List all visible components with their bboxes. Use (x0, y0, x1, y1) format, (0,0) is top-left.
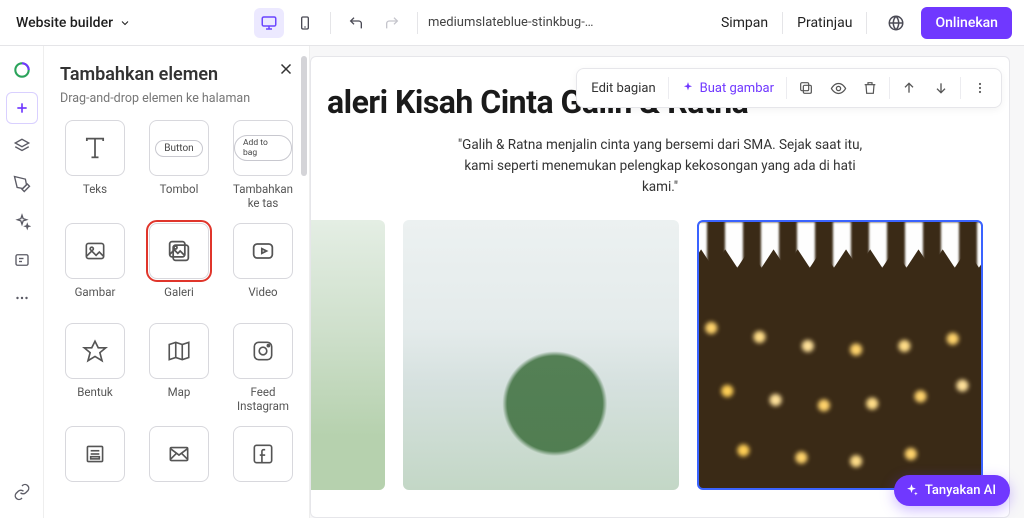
panel-subtitle: Drag-and-drop elemen ke halaman (60, 91, 295, 106)
globe-icon[interactable] (881, 8, 911, 38)
move-up-icon[interactable] (894, 73, 924, 103)
left-rail (0, 46, 44, 518)
publish-button[interactable]: Onlinekan (921, 7, 1012, 39)
separator (866, 12, 867, 34)
rail-pen-icon[interactable] (6, 168, 38, 200)
tile-label: Tombol (160, 182, 199, 208)
element-tile-tombol[interactable]: Button Tombol (144, 120, 214, 211)
generate-image-button[interactable]: Buat gambar (673, 75, 782, 102)
rail-note-icon[interactable] (6, 244, 38, 276)
separator (668, 77, 669, 99)
delete-icon[interactable] (855, 73, 885, 103)
project-name[interactable]: mediumslateblue-stinkbug-3... (428, 15, 598, 30)
tile-label: Galeri (164, 285, 194, 311)
element-tile-bentuk[interactable]: Bentuk (60, 323, 130, 414)
element-tile-form[interactable] (60, 426, 130, 514)
duplicate-icon[interactable] (791, 73, 821, 103)
element-tile-teks[interactable]: Teks (60, 120, 130, 211)
gallery-image-2[interactable] (403, 220, 679, 490)
rail-layers-icon[interactable] (6, 130, 38, 162)
element-tile-feed-instagram[interactable]: Feed Instagram (228, 323, 298, 414)
save-button[interactable]: Simpan (721, 15, 768, 31)
tile-label: Feed Instagram (228, 385, 298, 414)
top-left: Website builder (12, 15, 131, 31)
visibility-icon[interactable] (823, 73, 853, 103)
section-toolbar: Edit bagian Buat gambar (576, 68, 1002, 108)
gallery-row (310, 220, 985, 490)
rail-sparkle-icon[interactable] (6, 206, 38, 238)
elements-grid: Teks Button Tombol Add to bag Tambahkan … (60, 120, 295, 514)
edit-section-button[interactable]: Edit bagian (583, 75, 663, 102)
close-panel-button[interactable] (277, 60, 295, 78)
tile-label: Bentuk (77, 385, 113, 411)
brand-label[interactable]: Website builder (16, 15, 113, 31)
separator (960, 77, 961, 99)
separator (889, 77, 890, 99)
element-tile-gambar[interactable]: Gambar (60, 223, 130, 311)
redo-button[interactable] (377, 8, 407, 38)
separator (782, 12, 783, 34)
device-desktop-button[interactable] (254, 8, 284, 38)
element-tile-map[interactable]: Map (144, 323, 214, 414)
separator (330, 12, 331, 34)
canvas-area: Edit bagian Buat gambar aleri Kisah Cint… (310, 46, 1024, 518)
canvas-page[interactable]: aleri Kisah Cinta Galih & Ratna "Galih &… (310, 56, 1010, 518)
top-bar: Website builder mediumslateblue-stinkbug… (0, 0, 1024, 46)
rail-logo-icon[interactable] (6, 54, 38, 86)
tile-label: Teks (83, 182, 107, 208)
gallery-image-3-selected[interactable] (697, 220, 983, 490)
element-tile-mail[interactable] (144, 426, 214, 514)
generate-image-label: Buat gambar (700, 81, 774, 96)
more-icon[interactable] (965, 73, 995, 103)
ask-ai-label: Tanyakan AI (925, 483, 996, 498)
rail-link-icon[interactable] (6, 476, 38, 508)
element-tile-video[interactable]: Video (228, 223, 298, 311)
tile-label: Tambahkan ke tas (228, 182, 298, 211)
device-mobile-button[interactable] (290, 8, 320, 38)
page-quote[interactable]: "Galih & Ratna menjalin cinta yang berse… (445, 135, 875, 198)
separator (417, 12, 418, 34)
rail-add-element-button[interactable] (6, 92, 38, 124)
top-center: mediumslateblue-stinkbug-3... (254, 8, 598, 38)
elements-panel: Tambahkan elemen Drag-and-drop elemen ke… (44, 46, 310, 518)
undo-button[interactable] (341, 8, 371, 38)
move-down-icon[interactable] (926, 73, 956, 103)
element-tile-tambahtas[interactable]: Add to bag Tambahkan ke tas (228, 120, 298, 211)
top-right: Simpan Pratinjau Onlinekan (721, 7, 1012, 39)
preview-button[interactable]: Pratinjau (797, 15, 852, 31)
panel-title: Tambahkan elemen (60, 64, 295, 85)
panel-scrollbar[interactable] (301, 56, 307, 176)
app-body: Tambahkan elemen Drag-and-drop elemen ke… (0, 46, 1024, 518)
button-pill: Button (155, 140, 202, 157)
separator (786, 77, 787, 99)
ask-ai-fab[interactable]: Tanyakan AI (894, 475, 1010, 506)
addtobag-pill: Add to bag (234, 135, 292, 161)
chevron-down-icon[interactable] (119, 17, 131, 29)
element-tile-facebook[interactable] (228, 426, 298, 514)
tile-label: Map (168, 385, 191, 411)
tile-label: Gambar (75, 285, 116, 311)
gallery-image-1[interactable] (310, 220, 385, 490)
element-tile-galeri[interactable]: Galeri (144, 223, 214, 311)
rail-more-icon[interactable] (6, 282, 38, 314)
tile-label: Video (248, 285, 277, 311)
